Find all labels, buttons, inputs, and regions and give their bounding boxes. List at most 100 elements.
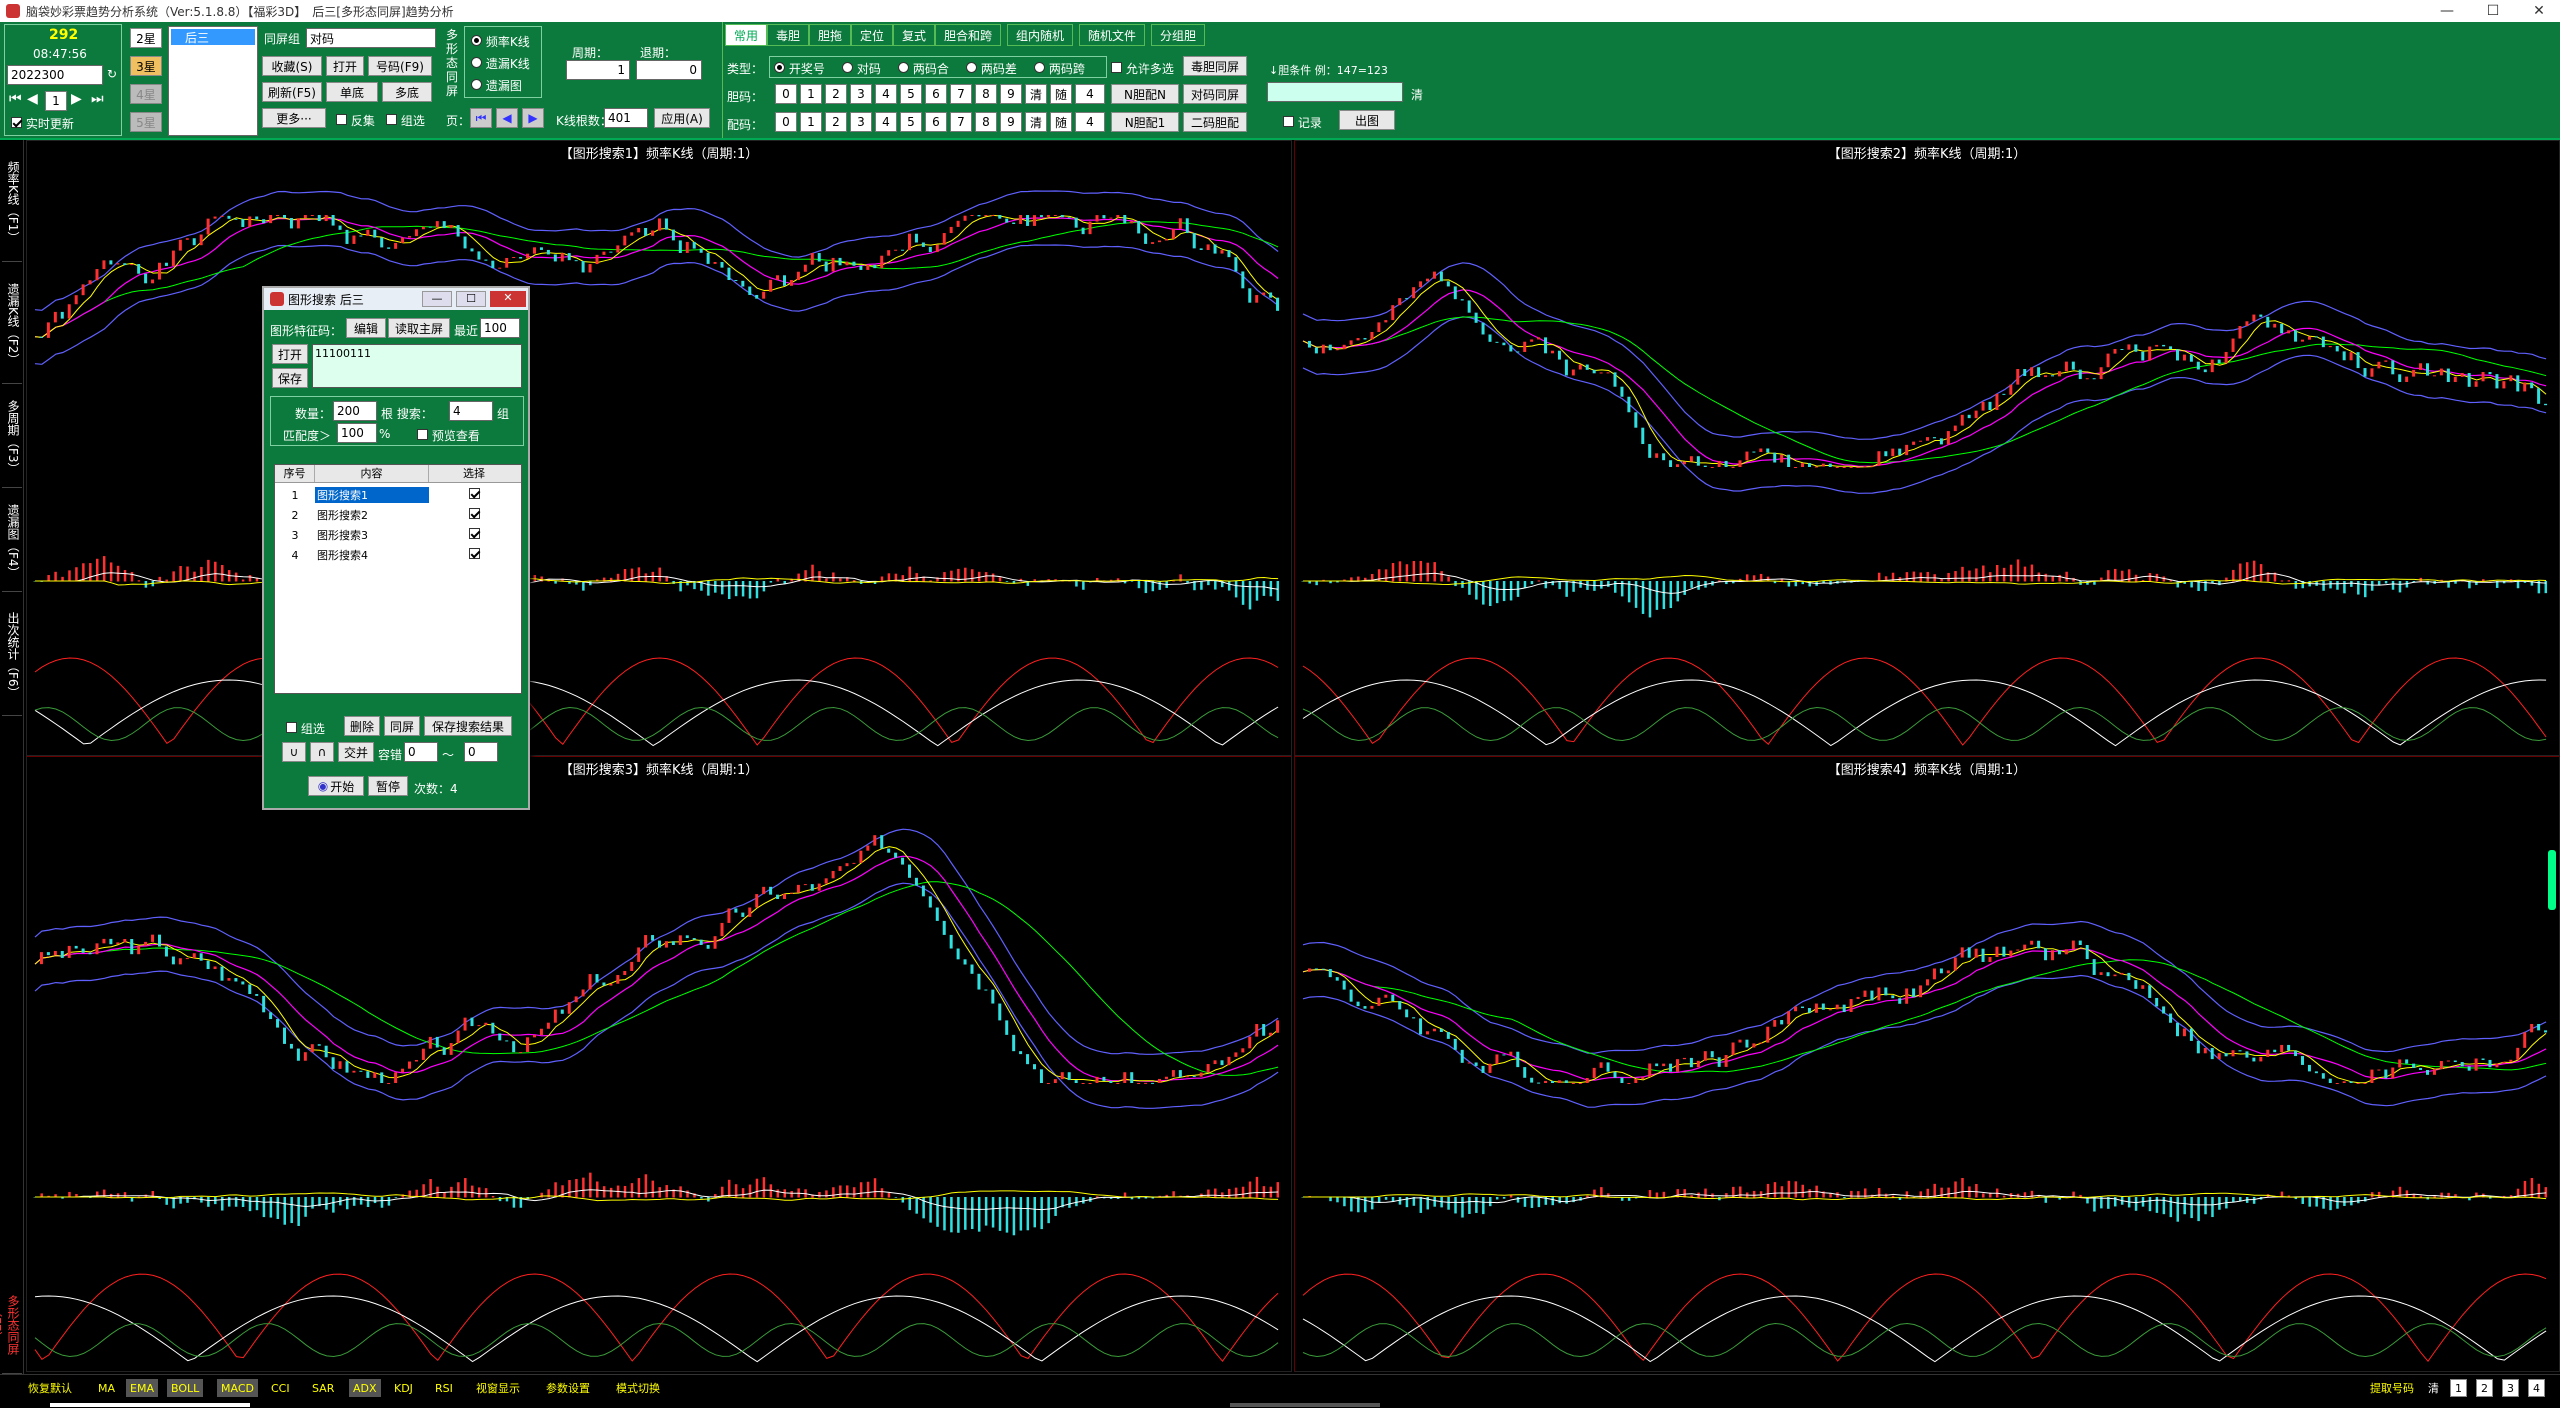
realtime-checkbox[interactable] (11, 117, 22, 128)
sidebar-tab-multi-cycle[interactable]: 多周期（F3） (2, 388, 22, 488)
sidebar-tab-stats[interactable]: 出次统计（F6） (2, 596, 22, 716)
allow-multi-checkbox[interactable] (1111, 62, 1122, 73)
indicator-sar[interactable]: SAR (308, 1379, 338, 1397)
preview-checkbox[interactable] (417, 429, 428, 440)
play-list[interactable]: 后三 (168, 26, 258, 136)
multi-bottom-button[interactable]: 多底 (382, 82, 432, 102)
peima-digit-3[interactable]: 3 (850, 112, 872, 132)
dialog-open-button[interactable]: 打开 (272, 344, 308, 364)
type-sum-radio[interactable] (898, 62, 909, 73)
more-button[interactable]: 更多··· (262, 108, 326, 128)
tab-group-random[interactable]: 组内随机 (1007, 24, 1074, 46)
code-textarea[interactable]: 11100111 (312, 344, 522, 388)
condition-input[interactable] (1267, 82, 1403, 102)
table-row[interactable]: 3 图形搜索3 (275, 525, 521, 545)
table-row[interactable]: 4 图形搜索4 (275, 545, 521, 565)
peima-digit-4[interactable]: 4 (875, 112, 897, 132)
danma-digit-9[interactable]: 9 (1000, 84, 1022, 104)
union-button[interactable]: ∪ (282, 742, 306, 762)
view-miss-kline-radio[interactable] (471, 57, 482, 68)
chutu-button[interactable]: 出图 (1339, 110, 1395, 130)
prev-icon[interactable]: ◀ (27, 91, 38, 107)
chart-panel-4[interactable]: 【图形搜索4】频率K线（周期:1） (1294, 756, 2560, 1372)
type-kaijiang-radio[interactable] (774, 62, 785, 73)
dialog-save-button[interactable]: 保存 (272, 368, 308, 388)
peima-digit-5[interactable]: 5 (900, 112, 922, 132)
favorite-button[interactable]: 收藏(S) (262, 56, 322, 76)
page-button-4[interactable]: 4 (2528, 1379, 2545, 1397)
ticks-input[interactable]: 401 (604, 108, 648, 128)
type-diff-radio[interactable] (966, 62, 977, 73)
tab-group-dan[interactable]: 分组胆 (1151, 24, 1206, 46)
danma-digit-1[interactable]: 1 (800, 84, 822, 104)
dialog-close-button[interactable]: ✕ (490, 291, 526, 307)
indicator-[interactable]: 视窗显示 (472, 1379, 524, 1397)
type-span-radio[interactable] (1034, 62, 1045, 73)
danma-digit-7[interactable]: 7 (950, 84, 972, 104)
step-input[interactable]: 1 (45, 91, 67, 111)
single-bottom-button[interactable]: 单底 (326, 82, 378, 102)
save-result-button[interactable]: 保存搜索结果 (424, 716, 512, 736)
peima-digit-8[interactable]: 8 (975, 112, 997, 132)
chart-panel-2[interactable]: 【图形搜索2】频率K线（周期:1） (1294, 140, 2560, 756)
star-2-button[interactable]: 2星 (130, 28, 162, 48)
tab-dantuo[interactable]: 胆拖 (809, 24, 852, 46)
tab-compound[interactable]: 复式 (893, 24, 936, 46)
status-clear-button[interactable]: 清 (2424, 1379, 2443, 1397)
next-icon[interactable]: ▶ (71, 91, 82, 107)
danma-digit-3[interactable]: 3 (850, 84, 872, 104)
scroll-handle[interactable] (2548, 850, 2556, 910)
indicator-[interactable]: 参数设置 (542, 1379, 594, 1397)
indicator-[interactable]: 恢复默认 (24, 1379, 76, 1397)
scroll-strip[interactable] (1230, 1403, 1380, 1407)
indicator-kdj[interactable]: KDJ (390, 1379, 417, 1397)
danma-digit-5[interactable]: 5 (900, 84, 922, 104)
tab-poison[interactable]: 毒胆 (767, 24, 810, 46)
period-input[interactable]: 2022300 (7, 65, 103, 85)
edit-button[interactable]: 编辑 (346, 318, 386, 338)
tolerance-a-input[interactable]: 0 (404, 742, 438, 762)
intersect-button[interactable]: ∩ (310, 742, 334, 762)
cross-button[interactable]: 交并 (338, 742, 374, 762)
n-dan-1-button[interactable]: N胆配1 (1111, 112, 1179, 132)
page-first-icon[interactable]: ⏮ (470, 108, 492, 128)
condition-clear[interactable]: 清 (1411, 86, 1423, 103)
view-kline-radio[interactable] (471, 35, 482, 46)
row-checkbox[interactable] (468, 508, 480, 519)
search-input[interactable]: 4 (449, 401, 493, 421)
star-4-button[interactable]: 4星 (130, 84, 162, 104)
match-input[interactable]: 100 (337, 423, 377, 443)
danma-digit-8[interactable]: 8 (975, 84, 997, 104)
page-button-2[interactable]: 2 (2476, 1379, 2493, 1397)
indicator-macd[interactable]: MACD (217, 1379, 258, 1397)
erma-danpei-button[interactable]: 二码胆配 (1183, 112, 1247, 132)
danma-clear-button[interactable]: 清 (1025, 84, 1047, 104)
count-input[interactable]: 200 (333, 401, 377, 421)
danma-digit-6[interactable]: 6 (925, 84, 947, 104)
page-prev-icon[interactable]: ◀ (496, 108, 518, 128)
back-input[interactable]: 0 (636, 60, 702, 80)
tab-random-file[interactable]: 随机文件 (1079, 24, 1146, 46)
table-row[interactable]: 2 图形搜索2 (275, 505, 521, 525)
chart-panel-3[interactable]: 【图形搜索3】频率K线（周期:1） (26, 756, 1292, 1372)
indicator-[interactable]: 模式切换 (612, 1379, 664, 1397)
indicator-boll[interactable]: BOLL (167, 1379, 204, 1397)
open-button[interactable]: 打开 (326, 56, 364, 76)
peima-random-count[interactable]: 4 (1075, 112, 1105, 132)
tab-common[interactable]: 常用 (725, 24, 768, 46)
indicator-ma[interactable]: MA (94, 1379, 119, 1397)
last-icon[interactable]: ⏭ (91, 91, 104, 107)
row-checkbox[interactable] (468, 488, 480, 499)
danma-random-button[interactable]: 随 (1050, 84, 1072, 104)
delete-button[interactable]: 删除 (344, 716, 380, 736)
duima-tongping-button[interactable]: 对码同屏 (1183, 84, 1247, 104)
dlg-tongping-button[interactable]: 同屏 (384, 716, 420, 736)
sidebar-tab-freq-kline[interactable]: 频率K线（F1） (2, 144, 22, 262)
danma-digit-0[interactable]: 0 (775, 84, 797, 104)
close-button[interactable]: ✕ (2516, 0, 2560, 22)
star-3-button[interactable]: 3星 (130, 56, 162, 76)
zuxuan-checkbox[interactable] (386, 114, 397, 125)
extract-number-button[interactable]: 提取号码 (2366, 1379, 2418, 1397)
refresh-button[interactable]: 刷新(F5) (262, 82, 322, 102)
peima-digit-7[interactable]: 7 (950, 112, 972, 132)
